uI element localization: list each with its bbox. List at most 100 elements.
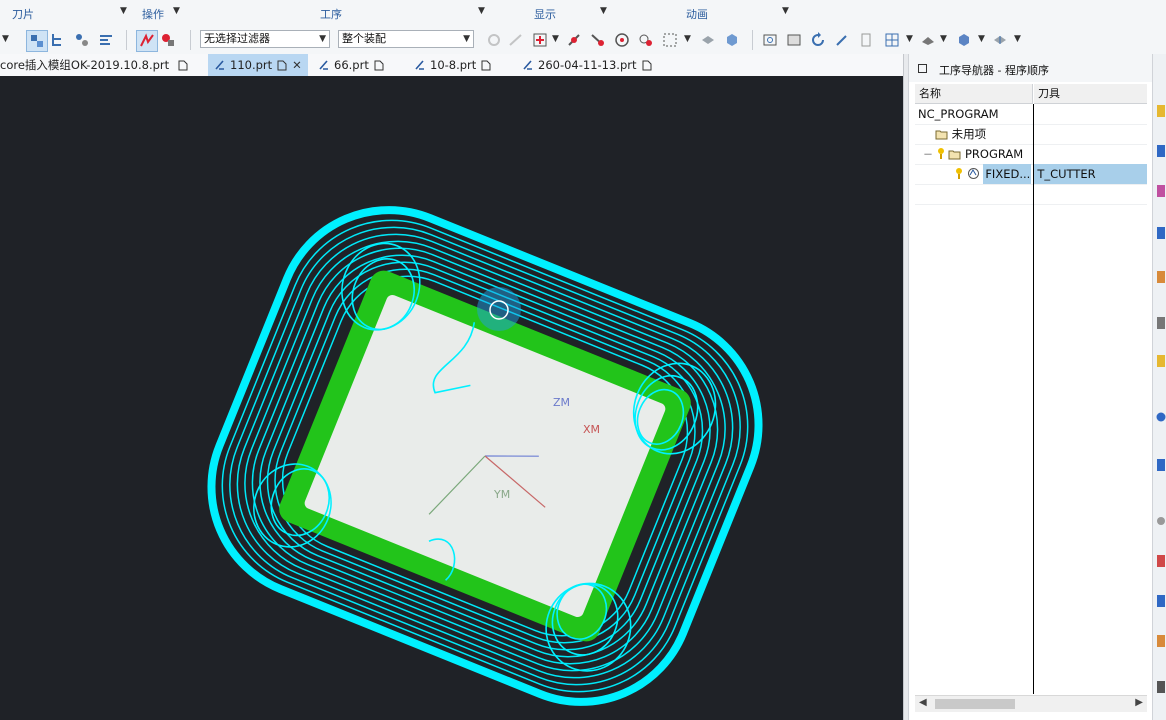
tab-260-04-11-13[interactable]: 260-04-11-13.prt [522, 54, 662, 76]
tree-row-fixed-contour[interactable]: FIXED... T_CUTTER [955, 164, 1148, 184]
scroll-left-icon[interactable]: ◀ [919, 697, 927, 708]
chevron-down-icon: ▼ [319, 34, 326, 44]
column-header-name[interactable]: 名称 [915, 84, 1033, 104]
info-icon[interactable] [1156, 410, 1166, 424]
monitor-icon[interactable] [1156, 680, 1166, 694]
zoom-window-icon[interactable] [784, 30, 804, 50]
resource-bar [1152, 54, 1166, 720]
chevron-down-icon[interactable]: ▼ [478, 6, 488, 18]
cube-view-icon[interactable] [722, 30, 742, 50]
verify-toolpath-icon[interactable] [158, 30, 178, 50]
chevron-down-icon[interactable]: ▼ [173, 6, 183, 18]
toolpath-scene: ZM XM YM [207, 206, 763, 706]
chevron-down-icon[interactable]: ▼ [782, 6, 792, 18]
ribbon-group-operation[interactable]: 操作 [142, 6, 164, 21]
method-view-icon[interactable] [96, 30, 116, 50]
chevron-down-icon[interactable]: ▼ [600, 6, 610, 18]
chevron-down-icon[interactable]: ▼ [120, 6, 130, 18]
shaded-view-icon[interactable] [698, 30, 718, 50]
geometry-view-icon[interactable] [72, 30, 92, 50]
chevron-down-icon[interactable]: ▼ [684, 34, 694, 46]
folder-icon [948, 150, 961, 160]
reuse-library-icon[interactable] [1156, 226, 1166, 240]
tree-row-unused-items[interactable]: 未用项 [935, 124, 986, 144]
palette-icon[interactable] [1156, 316, 1166, 330]
tree-row-label: 未用项 [951, 127, 987, 141]
selection-filter-value: 无选择过滤器 [204, 32, 270, 45]
rotate-view-icon[interactable] [808, 30, 828, 50]
generate-toolpath-icon[interactable] [136, 30, 158, 52]
chevron-down-icon[interactable]: ▼ [940, 34, 950, 46]
ribbon-group-tool[interactable]: 刀片 [12, 6, 34, 21]
snap-box-icon[interactable] [660, 30, 680, 50]
chevron-down-icon[interactable]: ▼ [978, 34, 988, 46]
document-icon [374, 60, 384, 71]
maximize-icon[interactable] [918, 64, 927, 73]
settings-icon[interactable] [1156, 514, 1166, 528]
folder-icon [935, 130, 948, 140]
main-toolbar: ▼ 无选择过滤器 ▼ 整个装配 ▼ ▼ ▼ ▼ ▼ ▼ ▼ [0, 26, 1166, 55]
chevron-down-icon[interactable]: ▼ [2, 34, 12, 46]
snap-control-icon[interactable] [588, 30, 608, 50]
axis-label-zm: ZM [553, 396, 570, 409]
layout-view-icon[interactable] [882, 30, 902, 50]
scroll-right-icon[interactable]: ▶ [1135, 697, 1143, 708]
fit-view-icon[interactable] [760, 30, 780, 50]
tab-66[interactable]: 66.prt [318, 54, 398, 76]
chevron-down-icon[interactable]: ▼ [906, 34, 916, 46]
snap-grid-icon[interactable] [530, 30, 550, 50]
chevron-down-icon: ▼ [463, 34, 470, 44]
ribbon-group-animation[interactable]: 动画 [686, 6, 708, 21]
assembly-scope-dropdown[interactable]: 整个装配 ▼ [338, 30, 474, 48]
tree-row-program[interactable]: － PROGRAM [923, 144, 1023, 164]
tree-view-icon[interactable] [48, 30, 68, 50]
toolbar-separator [126, 30, 127, 50]
visualization-icon[interactable] [1156, 594, 1166, 608]
perspective-view-icon[interactable] [856, 30, 876, 50]
tree-row-nc-program[interactable]: NC_PROGRAM [915, 104, 999, 124]
roles-icon[interactable] [1156, 354, 1166, 368]
scrollbar-thumb[interactable] [935, 699, 1015, 709]
history-icon[interactable] [1156, 184, 1166, 198]
snap-intersection-icon[interactable] [636, 30, 656, 50]
navigator-header: 工序导航器 - 程序顺序 [909, 54, 1153, 82]
column-header-tool[interactable]: 刀具 [1034, 84, 1147, 104]
orient-view-icon[interactable] [954, 30, 974, 50]
tab-core-insert-module[interactable]: core插入模组OK-2019.10.8.prt [0, 54, 200, 76]
snap-end-icon[interactable] [506, 30, 526, 50]
snap-point-icon[interactable] [484, 30, 504, 50]
toolbar-separator [752, 30, 753, 50]
section-view-icon[interactable] [990, 30, 1010, 50]
snap-center-icon[interactable] [612, 30, 632, 50]
machine-navigator-icon[interactable] [1156, 144, 1166, 158]
web-browser-icon[interactable] [1156, 458, 1166, 472]
column-divider[interactable] [1033, 104, 1034, 694]
close-icon[interactable]: ✕ [292, 54, 302, 76]
assembly-scope-value: 整个装配 [342, 32, 386, 45]
tab-label: 260-04-11-13.prt [538, 58, 637, 72]
tab-10-8[interactable]: 10-8.prt [414, 54, 504, 76]
snap-midpoint-icon[interactable] [564, 30, 584, 50]
navigator-horizontal-scrollbar[interactable]: ◀ ▶ [915, 695, 1147, 712]
system-materials-icon[interactable] [1156, 554, 1166, 568]
process-studio-icon[interactable] [1156, 634, 1166, 648]
axis-label-xm: XM [583, 423, 600, 436]
render-style-icon[interactable] [918, 30, 938, 50]
tree-row-label: NC_PROGRAM [918, 107, 999, 121]
tab-label: 110.prt [230, 58, 273, 72]
chevron-down-icon[interactable]: ▼ [552, 34, 562, 46]
graphics-viewport[interactable]: ZM XM YM [0, 76, 903, 720]
part-file-icon [215, 60, 224, 70]
ribbon-group-process[interactable]: 工序 [320, 6, 342, 21]
cursor-highlight [477, 287, 521, 331]
ribbon-group-display[interactable]: 显示 [534, 6, 556, 21]
tab-110[interactable]: 110.prt ✕ [208, 54, 308, 76]
select-feature-icon[interactable] [26, 30, 48, 52]
tool-library-icon[interactable] [1156, 270, 1166, 284]
chevron-down-icon[interactable]: ▼ [1014, 34, 1024, 46]
selection-filter-dropdown[interactable]: 无选择过滤器 ▼ [200, 30, 330, 48]
navigator-tab-icon[interactable] [1156, 104, 1166, 118]
tree-row-label: FIXED... [983, 164, 1032, 184]
pan-view-icon[interactable] [832, 30, 852, 50]
collapse-icon[interactable]: － [923, 150, 933, 161]
